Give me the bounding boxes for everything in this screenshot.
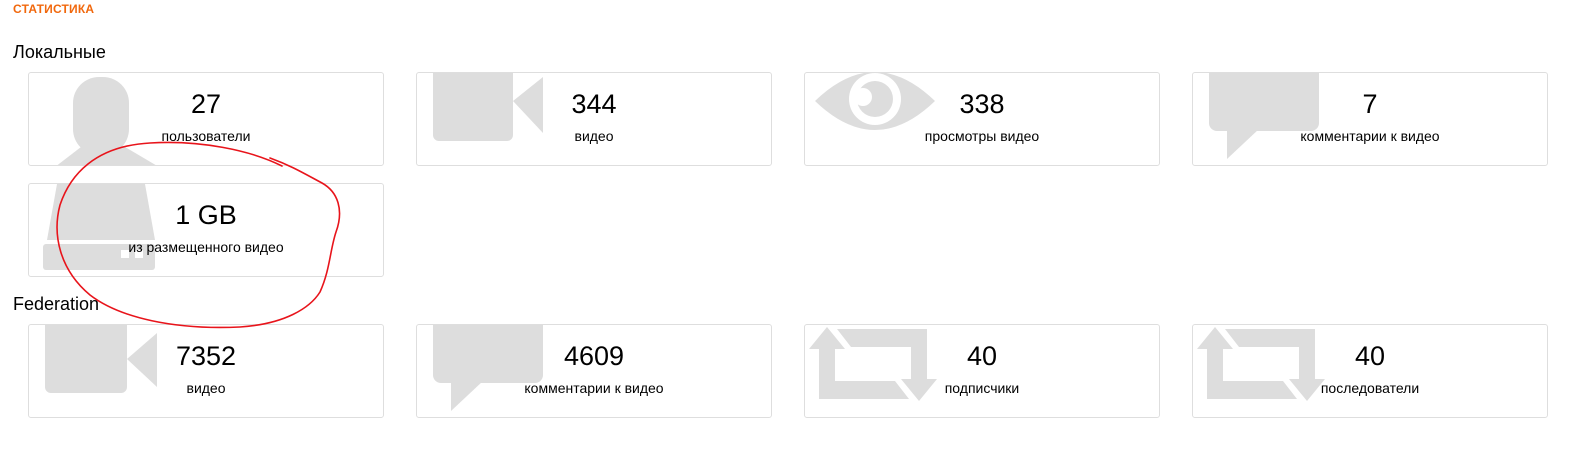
hard-drive-icon xyxy=(29,184,383,276)
stat-value: 4609 xyxy=(563,341,625,371)
stat-label: видео xyxy=(574,128,614,144)
repeat-icon xyxy=(1193,325,1547,417)
eye-icon xyxy=(805,73,1159,165)
stat-value: 7352 xyxy=(175,341,237,371)
stat-label: просмотры видео xyxy=(924,128,1040,144)
video-camera-icon xyxy=(29,325,383,417)
section-title-federation: Federation xyxy=(13,294,100,314)
page-title: СТАТИСТИКА xyxy=(13,2,95,16)
stat-label: комментарии к видео xyxy=(524,380,664,396)
stat-card-storage: 1 GB из размещенного видео xyxy=(28,183,384,277)
stat-label: подписчики xyxy=(944,380,1020,396)
section-title-local: Локальные xyxy=(13,42,106,62)
stat-card-comments: 7 комментарии к видео xyxy=(1192,72,1548,166)
stat-label: последователи xyxy=(1320,380,1420,396)
video-camera-icon xyxy=(417,73,771,165)
stat-value: 1 GB xyxy=(175,200,237,230)
stat-card-federation-videos: 7352 видео xyxy=(28,324,384,418)
stat-card-users: 27 пользователи xyxy=(28,72,384,166)
comment-icon xyxy=(417,325,771,417)
stat-label: из размещенного видео xyxy=(128,239,284,255)
stat-card-videos: 344 видео xyxy=(416,72,772,166)
stat-label: комментарии к видео xyxy=(1300,128,1440,144)
stat-value: 27 xyxy=(190,89,222,119)
stat-value: 338 xyxy=(959,89,1005,119)
stat-value: 7 xyxy=(1362,89,1378,119)
stat-card-views: 338 просмотры видео xyxy=(804,72,1160,166)
stat-card-federation-subscribers: 40 подписчики xyxy=(804,324,1160,418)
stat-value: 40 xyxy=(1354,341,1386,371)
stat-value: 344 xyxy=(571,89,617,119)
comment-icon xyxy=(1193,73,1547,165)
stat-value: 40 xyxy=(966,341,998,371)
stat-card-federation-comments: 4609 комментарии к видео xyxy=(416,324,772,418)
stat-label: видео xyxy=(186,380,226,396)
repeat-icon xyxy=(805,325,1159,417)
stat-card-federation-followers: 40 последователи xyxy=(1192,324,1548,418)
stat-label: пользователи xyxy=(161,128,251,144)
user-icon xyxy=(29,73,383,165)
